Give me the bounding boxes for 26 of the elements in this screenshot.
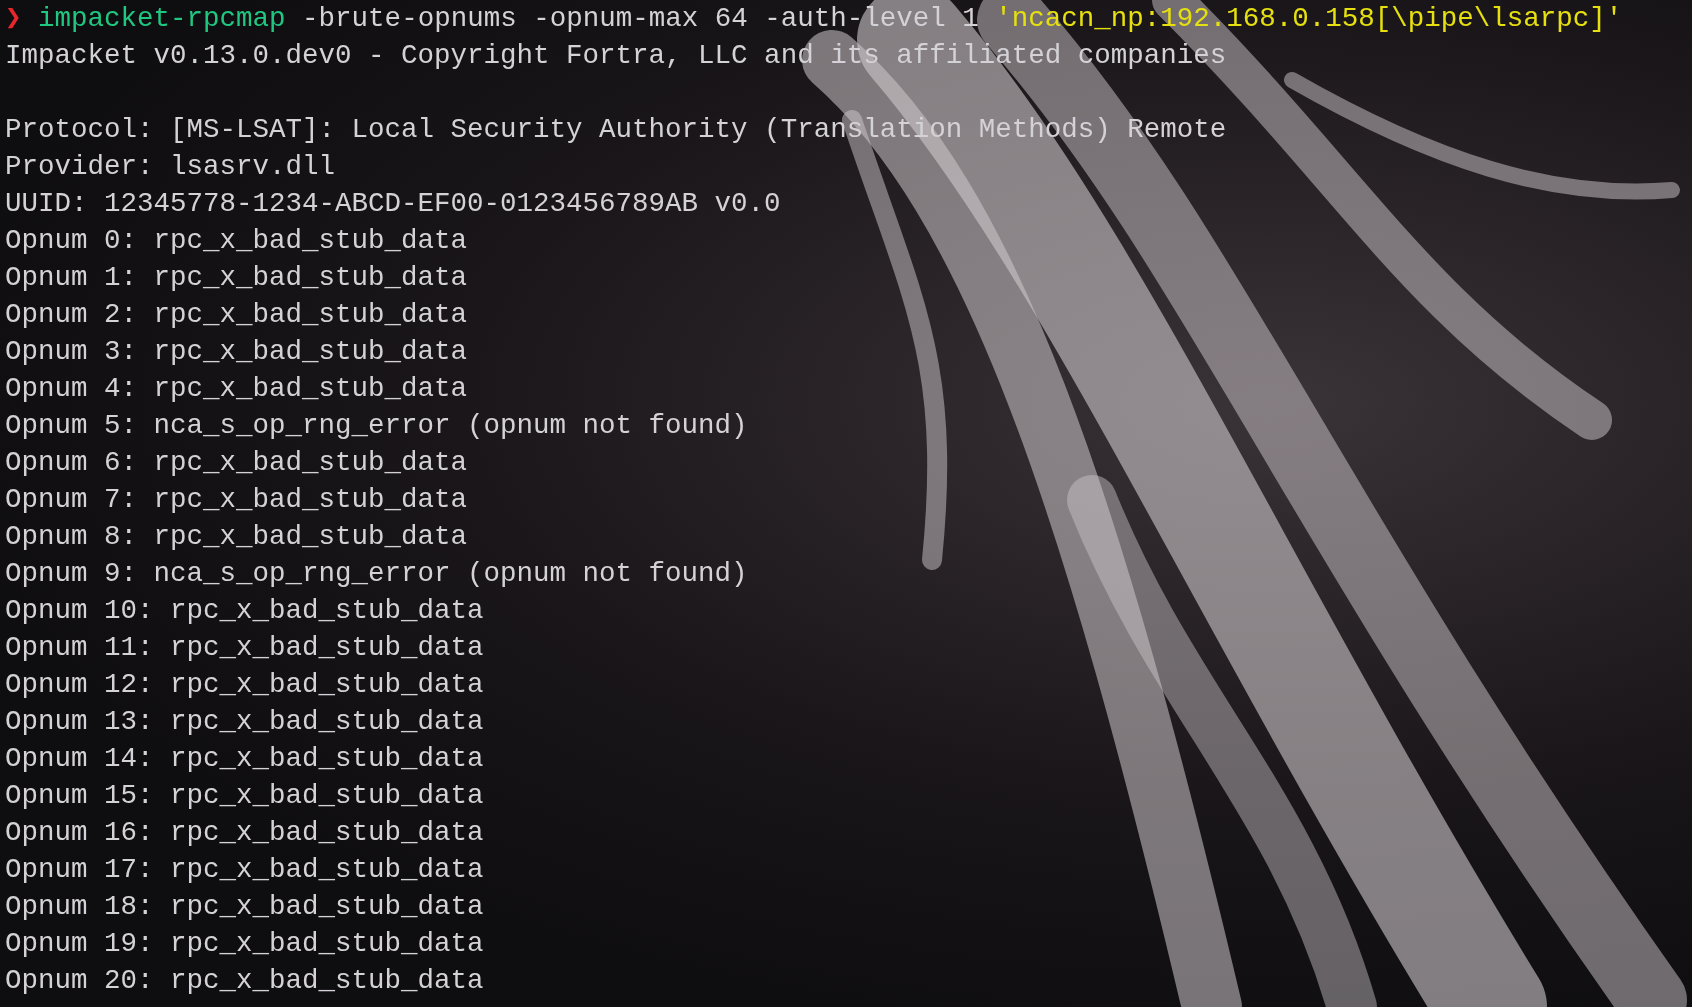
output-line: Opnum 4: rpc_x_bad_stub_data [5,372,468,406]
prompt-symbol: ❯ [5,2,22,36]
output-line: Opnum 0: rpc_x_bad_stub_data [5,224,468,258]
output-line: Opnum 12: rpc_x_bad_stub_data [5,668,484,702]
output-line: Provider: lsasrv.dll [5,150,336,184]
output-line: Opnum 1: rpc_x_bad_stub_data [5,261,468,295]
output-line: Opnum 16: rpc_x_bad_stub_data [5,816,484,850]
output-line: Opnum 14: rpc_x_bad_stub_data [5,742,484,776]
output-line: Opnum 6: rpc_x_bad_stub_data [5,446,468,480]
output-line: Opnum 10: rpc_x_bad_stub_data [5,594,484,628]
output-line: Opnum 3: rpc_x_bad_stub_data [5,335,468,369]
output-line: Opnum 7: rpc_x_bad_stub_data [5,483,468,517]
output-line: Opnum 2: rpc_x_bad_stub_data [5,298,468,332]
command-target: 'ncacn_np:192.168.0.158[\pipe\lsarpc]' [995,2,1623,36]
command-name: impacket-rpcmap [38,2,286,36]
output-line: Opnum 18: rpc_x_bad_stub_data [5,890,484,924]
output-line: Opnum 20: rpc_x_bad_stub_data [5,964,484,998]
output-line: Opnum 17: rpc_x_bad_stub_data [5,853,484,887]
output-line: Opnum 19: rpc_x_bad_stub_data [5,927,484,961]
output-line: Opnum 5: nca_s_op_rng_error (opnum not found) [5,409,748,443]
output-line: UUID: 12345778-1234-ABCD-EF00-0123456789AB v0.0 [5,187,781,221]
output-line: Opnum 13: rpc_x_bad_stub_data [5,705,484,739]
output-line: Opnum 9: nca_s_op_rng_error (opnum not found) [5,557,748,591]
output-line: Opnum 8: rpc_x_bad_stub_data [5,520,468,554]
output-line: Opnum 15: rpc_x_bad_stub_data [5,779,484,813]
output-line: Opnum 11: rpc_x_bad_stub_data [5,631,484,665]
